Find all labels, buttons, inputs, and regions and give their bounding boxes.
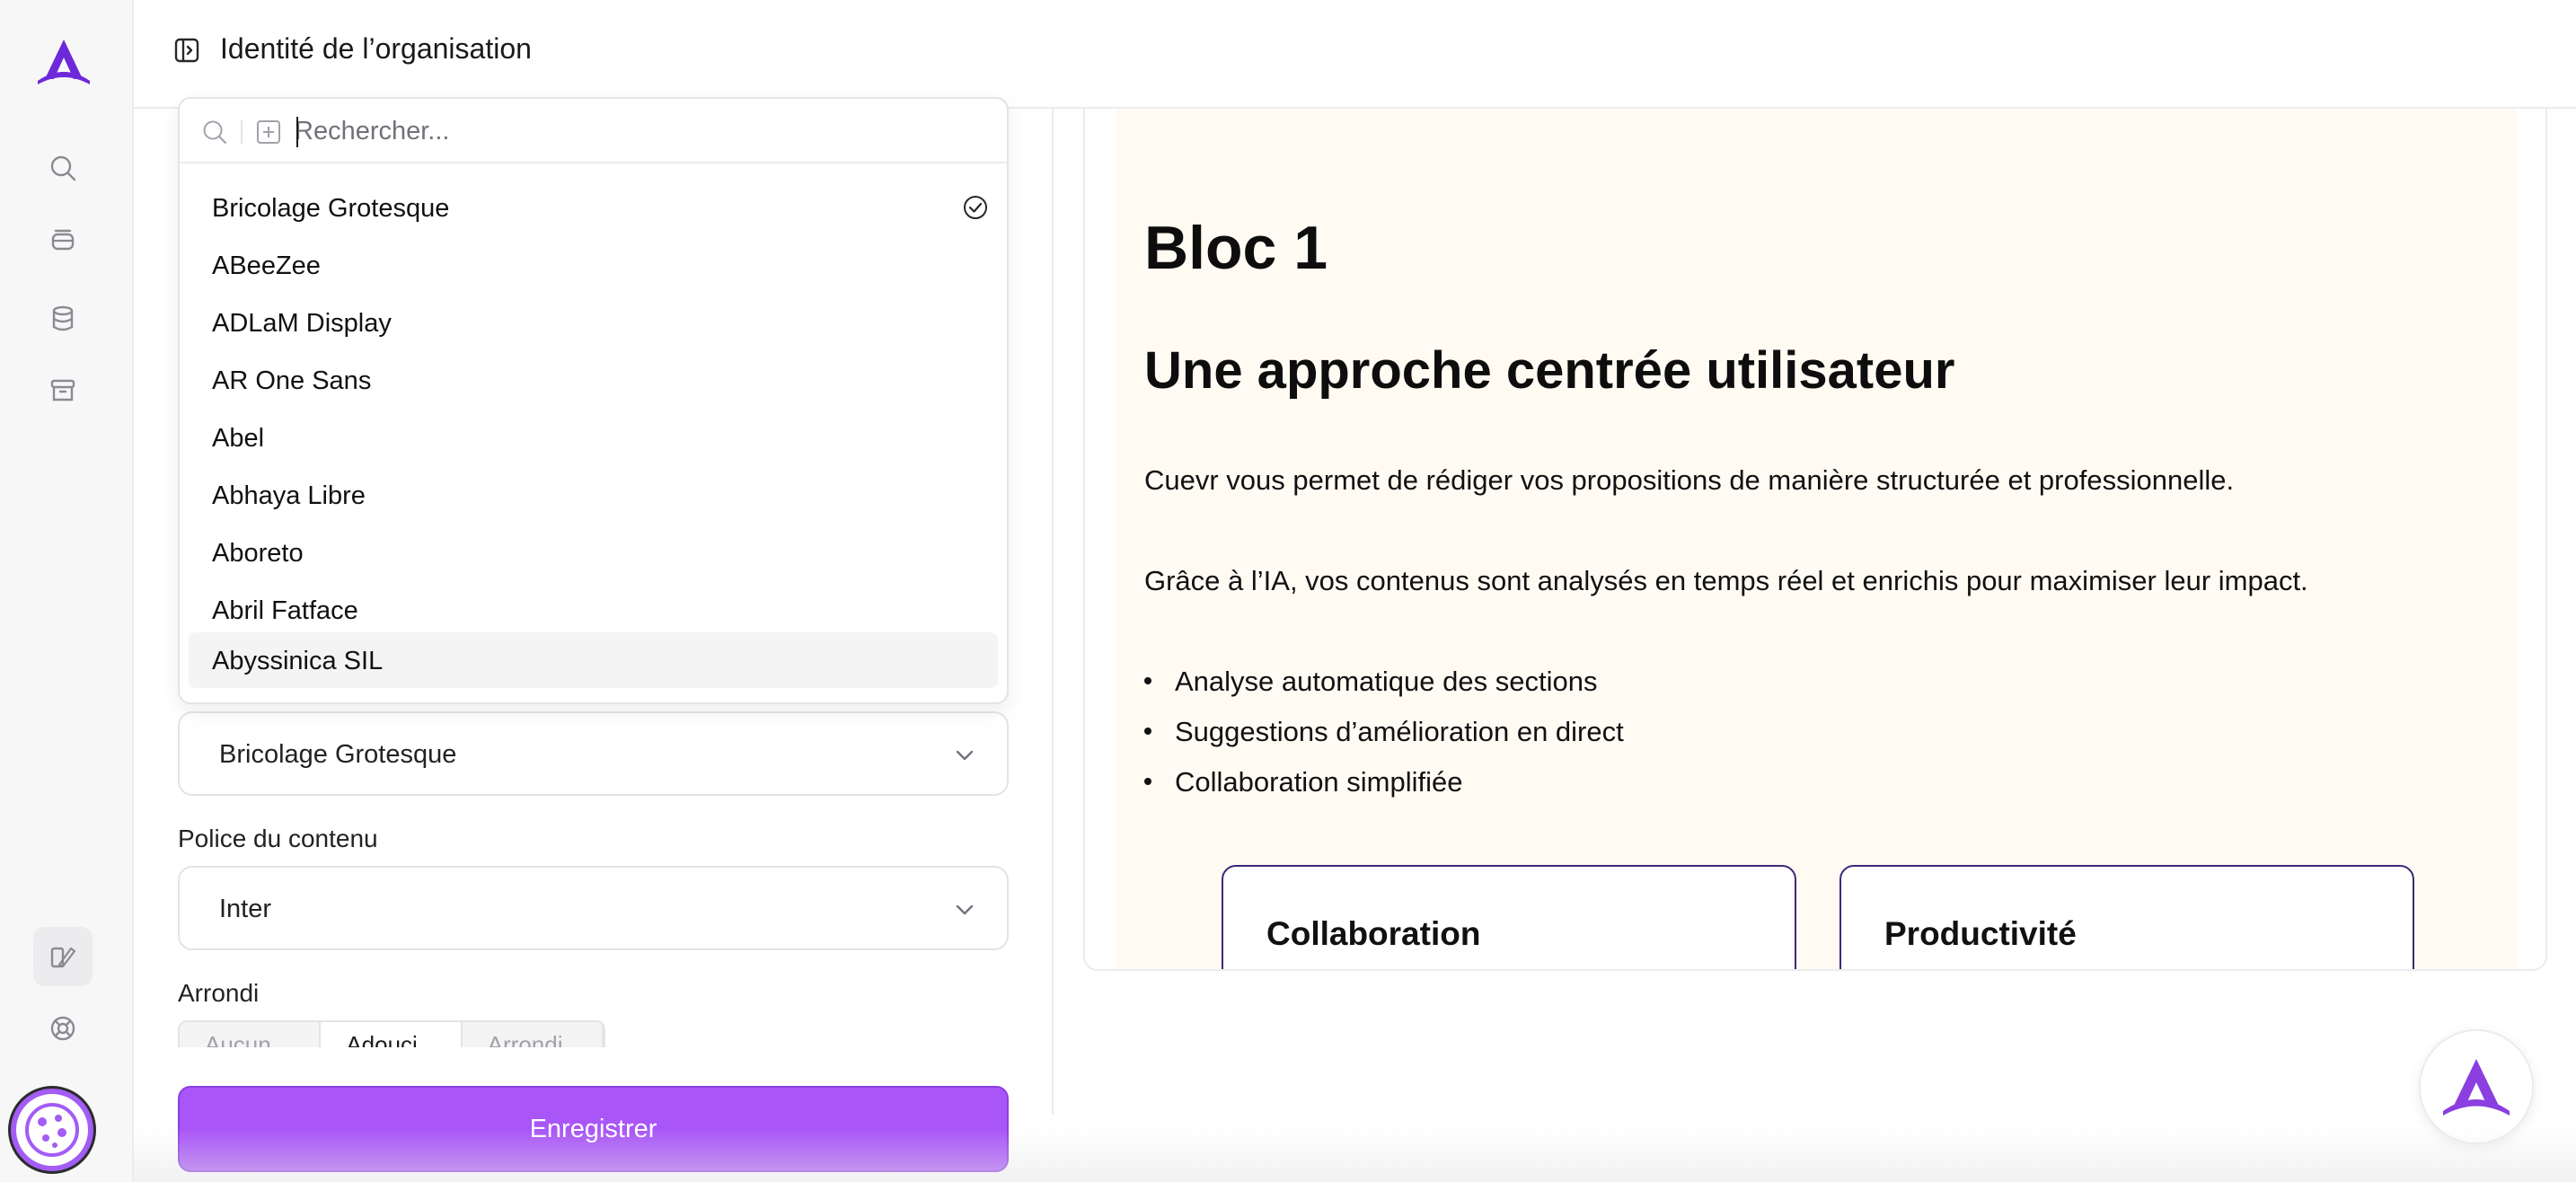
save-button[interactable]: Enregistrer xyxy=(178,1086,1009,1172)
preview-block-title: Bloc 1 xyxy=(1144,214,1328,282)
text-cursor xyxy=(296,117,298,147)
content-font-value: Inter xyxy=(219,895,272,923)
title-font-value: Bricolage Grotesque xyxy=(219,740,457,769)
rounding-segmented-control: Aucun Adouci Arrondi xyxy=(178,1020,605,1047)
font-option[interactable]: ADLaM Display xyxy=(189,295,998,350)
preview-heading: Une approche centrée utilisateur xyxy=(1144,341,1955,400)
preview-document: Bloc 1 Une approche centrée utilisateur … xyxy=(1116,109,2517,969)
font-picker-dropdown: Bricolage Grotesque ABeeZee ADLaM Displa… xyxy=(178,97,1009,704)
theme-preview-panel: Bloc 1 Une approche centrée utilisateur … xyxy=(1083,109,2547,971)
font-option[interactable]: Abhaya Libre xyxy=(189,467,998,523)
rounding-option-rounded[interactable]: Arrondi xyxy=(463,1022,604,1047)
cookie-settings-icon[interactable] xyxy=(11,1089,93,1171)
left-rail xyxy=(0,0,134,1182)
font-option-label: Abhaya Libre xyxy=(212,481,366,510)
add-font-icon[interactable] xyxy=(255,119,282,146)
assistant-launcher-icon[interactable] xyxy=(2419,1029,2534,1144)
title-font-select[interactable]: Bricolage Grotesque xyxy=(178,711,1009,796)
font-option-label: Abril Fatface xyxy=(212,596,358,625)
sidebar-toggle-icon[interactable] xyxy=(173,37,200,64)
font-option[interactable]: ABeeZee xyxy=(189,237,998,293)
preview-card: Collaboration xyxy=(1222,865,1796,969)
column-divider xyxy=(1052,109,1054,1115)
page-title: Identité de l’organisation xyxy=(220,32,532,65)
database-icon[interactable] xyxy=(46,302,80,336)
font-option[interactable]: AR One Sans xyxy=(189,352,998,408)
font-option-hovered[interactable]: Abyssinica SIL xyxy=(189,632,998,688)
rounding-option-none[interactable]: Aucun xyxy=(180,1022,322,1047)
page-header: Identité de l’organisation xyxy=(134,0,2576,109)
search-separator xyxy=(241,120,243,144)
preview-bullet: Analyse automatique des sections xyxy=(1144,666,1597,698)
layers-icon[interactable] xyxy=(46,223,80,257)
search-icon xyxy=(201,119,228,146)
font-option-label: Bricolage Grotesque xyxy=(212,194,450,223)
brush-icon[interactable] xyxy=(46,939,80,974)
archive-icon[interactable] xyxy=(46,374,80,408)
content-font-label: Police du contenu xyxy=(178,825,378,852)
preview-bullet: Collaboration simplifiée xyxy=(1144,766,1463,798)
content-font-select[interactable]: Inter xyxy=(178,866,1009,950)
preview-card-title: Collaboration xyxy=(1266,915,1481,952)
font-option-label: Abyssinica SIL xyxy=(212,647,384,675)
preview-bullet: Suggestions d’amélioration en direct xyxy=(1144,716,1624,748)
font-search-input[interactable] xyxy=(295,111,977,151)
font-option-label: ADLaM Display xyxy=(212,309,392,338)
font-option-label: ABeeZee xyxy=(212,251,321,280)
font-option[interactable]: Bricolage Grotesque xyxy=(189,180,998,235)
preview-paragraph: Grâce à l’IA, vos contenus sont analysés… xyxy=(1144,565,2308,596)
rounding-option-soft[interactable]: Adouci xyxy=(321,1022,463,1047)
chevron-down-icon xyxy=(953,744,976,767)
font-option[interactable]: Aboreto xyxy=(189,525,998,580)
preview-card: Productivité xyxy=(1839,865,2414,969)
chevron-down-icon xyxy=(953,898,976,922)
font-option-label: AR One Sans xyxy=(212,366,372,395)
search-icon[interactable] xyxy=(46,151,80,185)
font-option-label: Abel xyxy=(212,424,265,453)
preview-paragraph: Cuevr vous permet de rédiger vos proposi… xyxy=(1144,464,2235,496)
preview-card-title: Productivité xyxy=(1884,915,2077,952)
font-search-row xyxy=(180,99,1007,163)
help-buoy-icon[interactable] xyxy=(46,1011,80,1045)
check-circle-icon xyxy=(962,194,989,221)
rounding-label: Arrondi xyxy=(178,979,260,1007)
font-option[interactable]: Abel xyxy=(189,410,998,465)
font-option[interactable]: Abril Fatface xyxy=(189,582,998,638)
app-logo-icon[interactable] xyxy=(36,36,92,86)
font-option-label: Aboreto xyxy=(212,539,304,568)
